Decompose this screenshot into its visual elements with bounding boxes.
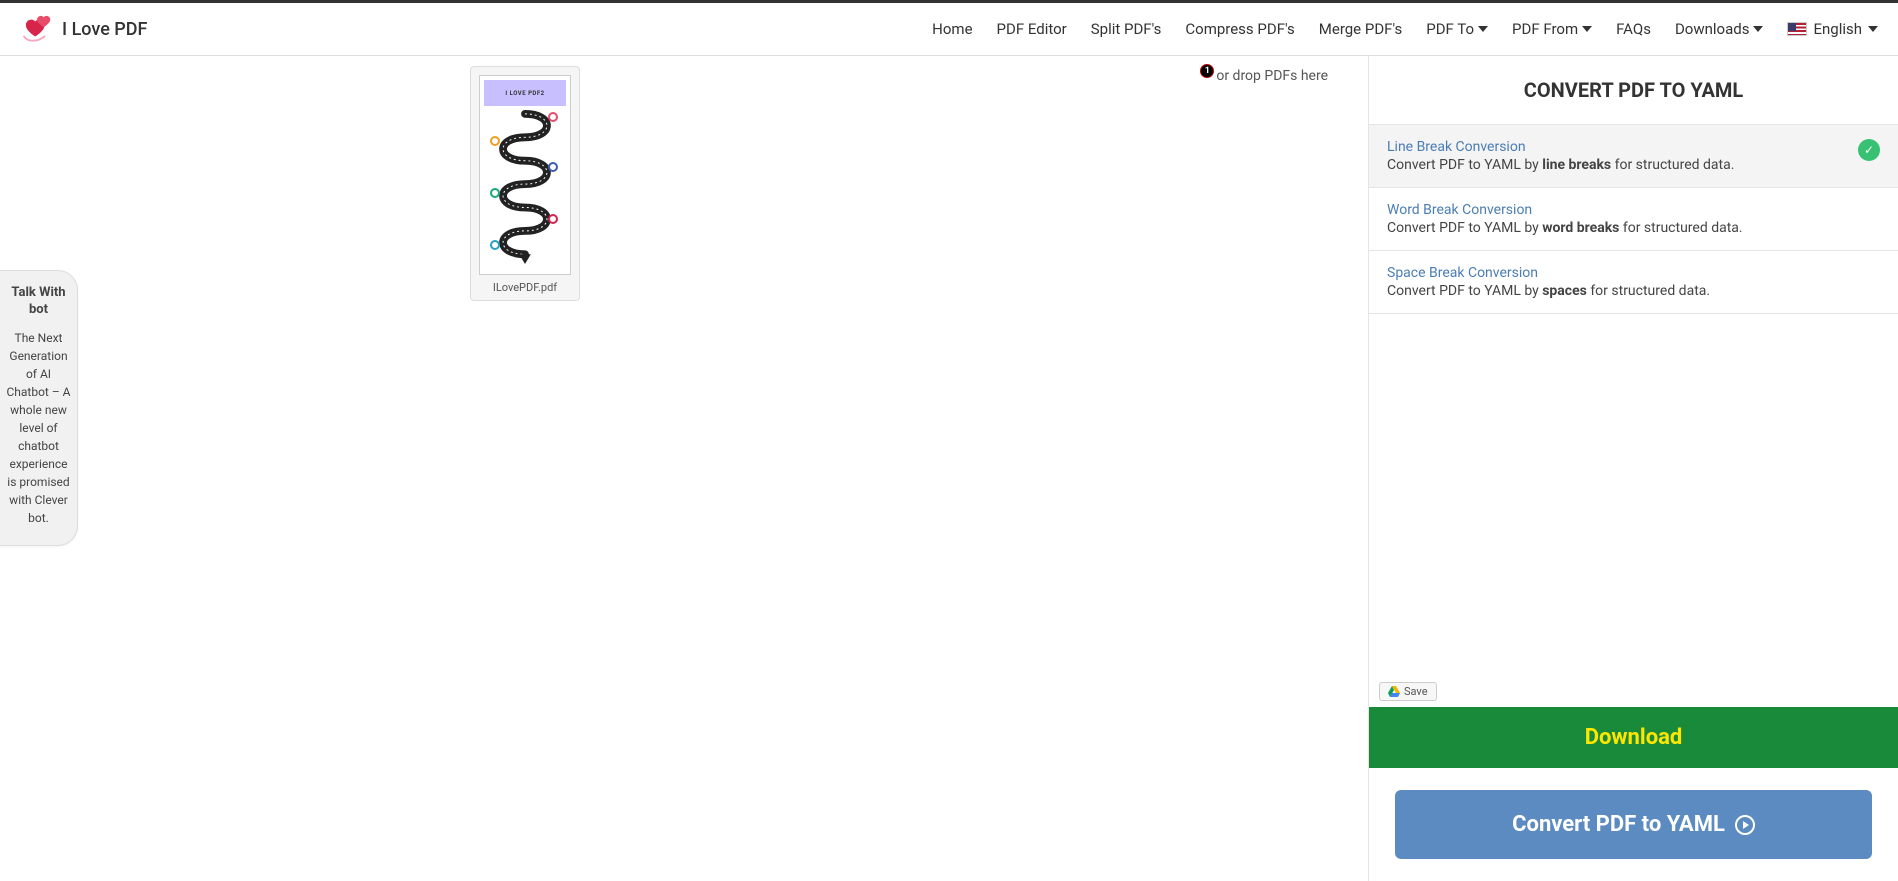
option-desc-pre: Convert PDF to YAML by [1387,157,1542,173]
nav-pdf-from-label: PDF From [1512,20,1578,38]
arrow-right-circle-icon [1735,815,1755,835]
panel-spacer [1369,314,1898,676]
option-title: Word Break Conversion [1387,202,1880,218]
thumb-title: I LOVE PDF2 [484,80,566,106]
check-icon: ✓ [1858,139,1880,161]
option-title: Space Break Conversion [1387,265,1880,281]
language-selector[interactable]: English [1787,20,1878,38]
drop-hint: 1 or drop PDFs here [1216,68,1328,84]
file-thumbnail: I LOVE PDF2 [479,75,571,275]
option-desc-post: for structured data. [1611,157,1734,173]
option-word-break[interactable]: Word Break Conversion Convert PDF to YAM… [1369,188,1898,251]
option-space-break[interactable]: Space Break Conversion Convert PDF to YA… [1369,251,1898,314]
drop-count-badge: 1 [1200,64,1214,78]
nav-pdf-from[interactable]: PDF From [1512,20,1592,38]
brand[interactable]: I Love PDF [20,14,147,44]
language-label: English [1813,20,1862,38]
nav-pdf-to[interactable]: PDF To [1426,20,1488,38]
hearts-logo-icon [20,14,58,44]
option-text: Word Break Conversion Convert PDF to YAM… [1387,202,1880,236]
drop-hint-text: or drop PDFs here [1216,68,1328,84]
workspace-dropzone[interactable]: I LOVE PDF2 ILovePDF.pdf 1 [0,56,1368,881]
option-desc-pre: Convert PDF to YAML by [1387,283,1542,299]
option-desc: Convert PDF to YAML by line breaks for s… [1387,157,1848,173]
option-text: Space Break Conversion Convert PDF to YA… [1387,265,1880,299]
convert-label: Convert PDF to YAML [1512,812,1725,837]
nav-pdf-editor[interactable]: PDF Editor [997,20,1067,38]
option-desc-bold: word breaks [1542,220,1619,236]
chevron-down-icon [1753,26,1763,32]
save-row: Save [1369,676,1898,707]
file-name: ILovePDF.pdf [479,281,571,294]
chevron-down-icon [1582,26,1592,32]
chatbot-title: Talk With bot [6,285,71,319]
option-text: Line Break Conversion Convert PDF to YAM… [1387,139,1848,173]
nav-compress-pdf[interactable]: Compress PDF's [1185,20,1294,38]
panel-title: CONVERT PDF TO YAML [1369,56,1898,124]
nav-faqs[interactable]: FAQs [1616,20,1651,38]
options-panel: CONVERT PDF TO YAML Line Break Conversio… [1368,56,1898,881]
google-drive-save-button[interactable]: Save [1379,682,1437,701]
option-desc-pre: Convert PDF to YAML by [1387,220,1542,236]
thumb-body [484,106,566,270]
uploaded-file-card[interactable]: I LOVE PDF2 ILovePDF.pdf [470,66,580,301]
header: I Love PDF Home PDF Editor Split PDF's C… [0,0,1898,56]
nav-downloads-label: Downloads [1675,20,1750,38]
nav-home[interactable]: Home [932,20,972,38]
option-desc-bold: spaces [1542,283,1587,299]
option-desc-post: for structured data. [1587,283,1710,299]
nav-downloads[interactable]: Downloads [1675,20,1764,38]
convert-wrap: Convert PDF to YAML [1369,768,1898,881]
chevron-down-icon [1478,26,1488,32]
main: I LOVE PDF2 ILovePDF.pdf 1 [0,56,1898,881]
save-label: Save [1404,685,1428,698]
brand-name: I Love PDF [62,19,147,40]
chevron-down-icon [1868,26,1878,32]
google-drive-icon [1388,686,1400,697]
chatbot-body: The Next Generation of AI Chatbot – A wh… [6,329,71,527]
main-nav: Home PDF Editor Split PDF's Compress PDF… [932,20,1878,38]
nav-merge-pdf[interactable]: Merge PDF's [1319,20,1402,38]
option-desc-bold: line breaks [1542,157,1611,173]
nav-pdf-to-label: PDF To [1426,20,1474,38]
download-button[interactable]: Download [1369,707,1898,768]
chatbot-promo[interactable]: Talk With bot The Next Generation of AI … [0,270,78,546]
option-desc-post: for structured data. [1619,220,1742,236]
option-desc: Convert PDF to YAML by spaces for struct… [1387,283,1880,299]
download-label: Download [1585,725,1683,750]
us-flag-icon [1787,22,1807,36]
option-title: Line Break Conversion [1387,139,1848,155]
nav-split-pdf[interactable]: Split PDF's [1091,20,1162,38]
convert-button[interactable]: Convert PDF to YAML [1395,790,1872,859]
option-desc: Convert PDF to YAML by word breaks for s… [1387,220,1880,236]
option-line-break[interactable]: Line Break Conversion Convert PDF to YAM… [1369,124,1898,188]
